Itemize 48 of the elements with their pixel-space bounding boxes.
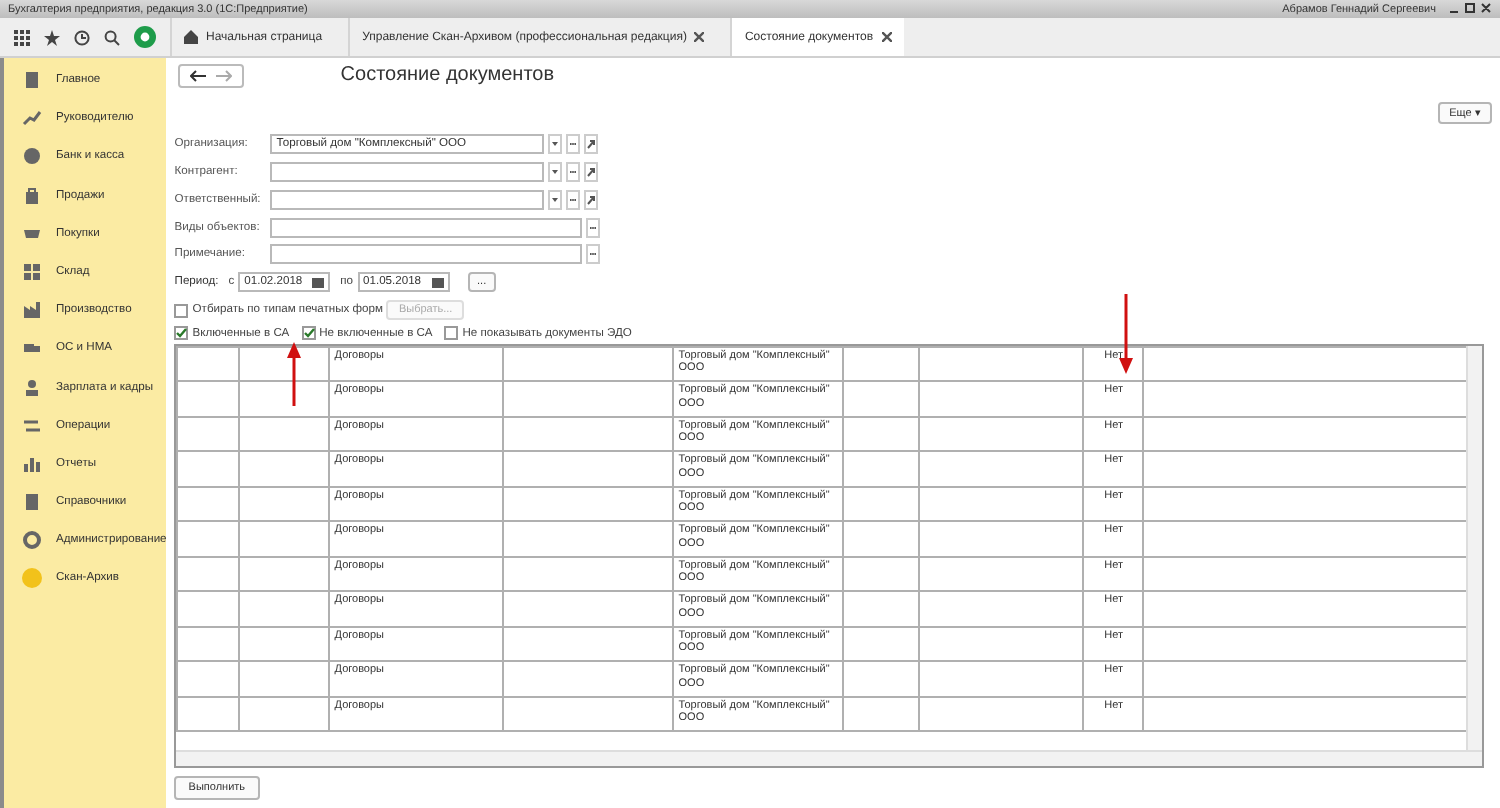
checkbox[interactable]	[174, 326, 189, 341]
select-button[interactable]	[586, 244, 601, 265]
select-button[interactable]	[566, 162, 581, 183]
select-button[interactable]	[586, 217, 601, 238]
arrows-icon	[22, 415, 42, 436]
dropdown-button[interactable]	[548, 162, 563, 183]
annotation-arrow	[286, 342, 303, 406]
input-field[interactable]	[270, 217, 583, 238]
select-button[interactable]	[566, 189, 581, 210]
input-field[interactable]	[270, 162, 545, 183]
star-icon[interactable]	[44, 29, 60, 45]
coin-icon	[22, 146, 42, 167]
apps-grid-icon[interactable]	[14, 29, 30, 45]
navigation-buttons[interactable]	[178, 63, 245, 88]
window-controls-icon[interactable]	[1448, 2, 1492, 16]
back-icon[interactable]	[190, 69, 207, 82]
checkbox[interactable]	[301, 326, 316, 341]
status-icon[interactable]	[134, 26, 156, 48]
calendar-icon[interactable]	[312, 276, 325, 289]
checkbox[interactable]	[174, 303, 189, 317]
bag-icon	[22, 185, 42, 206]
close-icon[interactable]	[694, 32, 705, 42]
dropdown-button[interactable]	[548, 189, 563, 210]
scrollbar[interactable]	[1466, 345, 1483, 753]
clock-icon[interactable]	[74, 29, 90, 45]
open-button[interactable]	[584, 162, 599, 183]
list-icon	[22, 70, 42, 90]
person-icon	[22, 377, 42, 397]
dropdown-button[interactable]	[548, 134, 563, 155]
open-button[interactable]	[584, 189, 599, 210]
close-icon[interactable]	[881, 32, 892, 42]
circle-icon	[22, 568, 42, 589]
checkbox[interactable]	[444, 326, 459, 341]
chart-icon	[22, 453, 42, 474]
input-field[interactable]	[270, 244, 583, 265]
form-title: Состояние документов	[340, 64, 555, 87]
calendar-icon[interactable]	[431, 276, 444, 289]
open-button[interactable]	[584, 134, 599, 155]
input-field[interactable]	[270, 189, 545, 210]
select-button[interactable]	[566, 134, 581, 155]
trend-icon	[22, 108, 42, 129]
gear-icon	[22, 530, 42, 551]
search-icon[interactable]	[104, 29, 120, 45]
grid-icon	[22, 261, 42, 282]
home-icon	[184, 30, 198, 44]
scrollbar[interactable]	[176, 750, 1483, 767]
book-icon	[22, 492, 42, 513]
factory-icon	[22, 300, 42, 321]
